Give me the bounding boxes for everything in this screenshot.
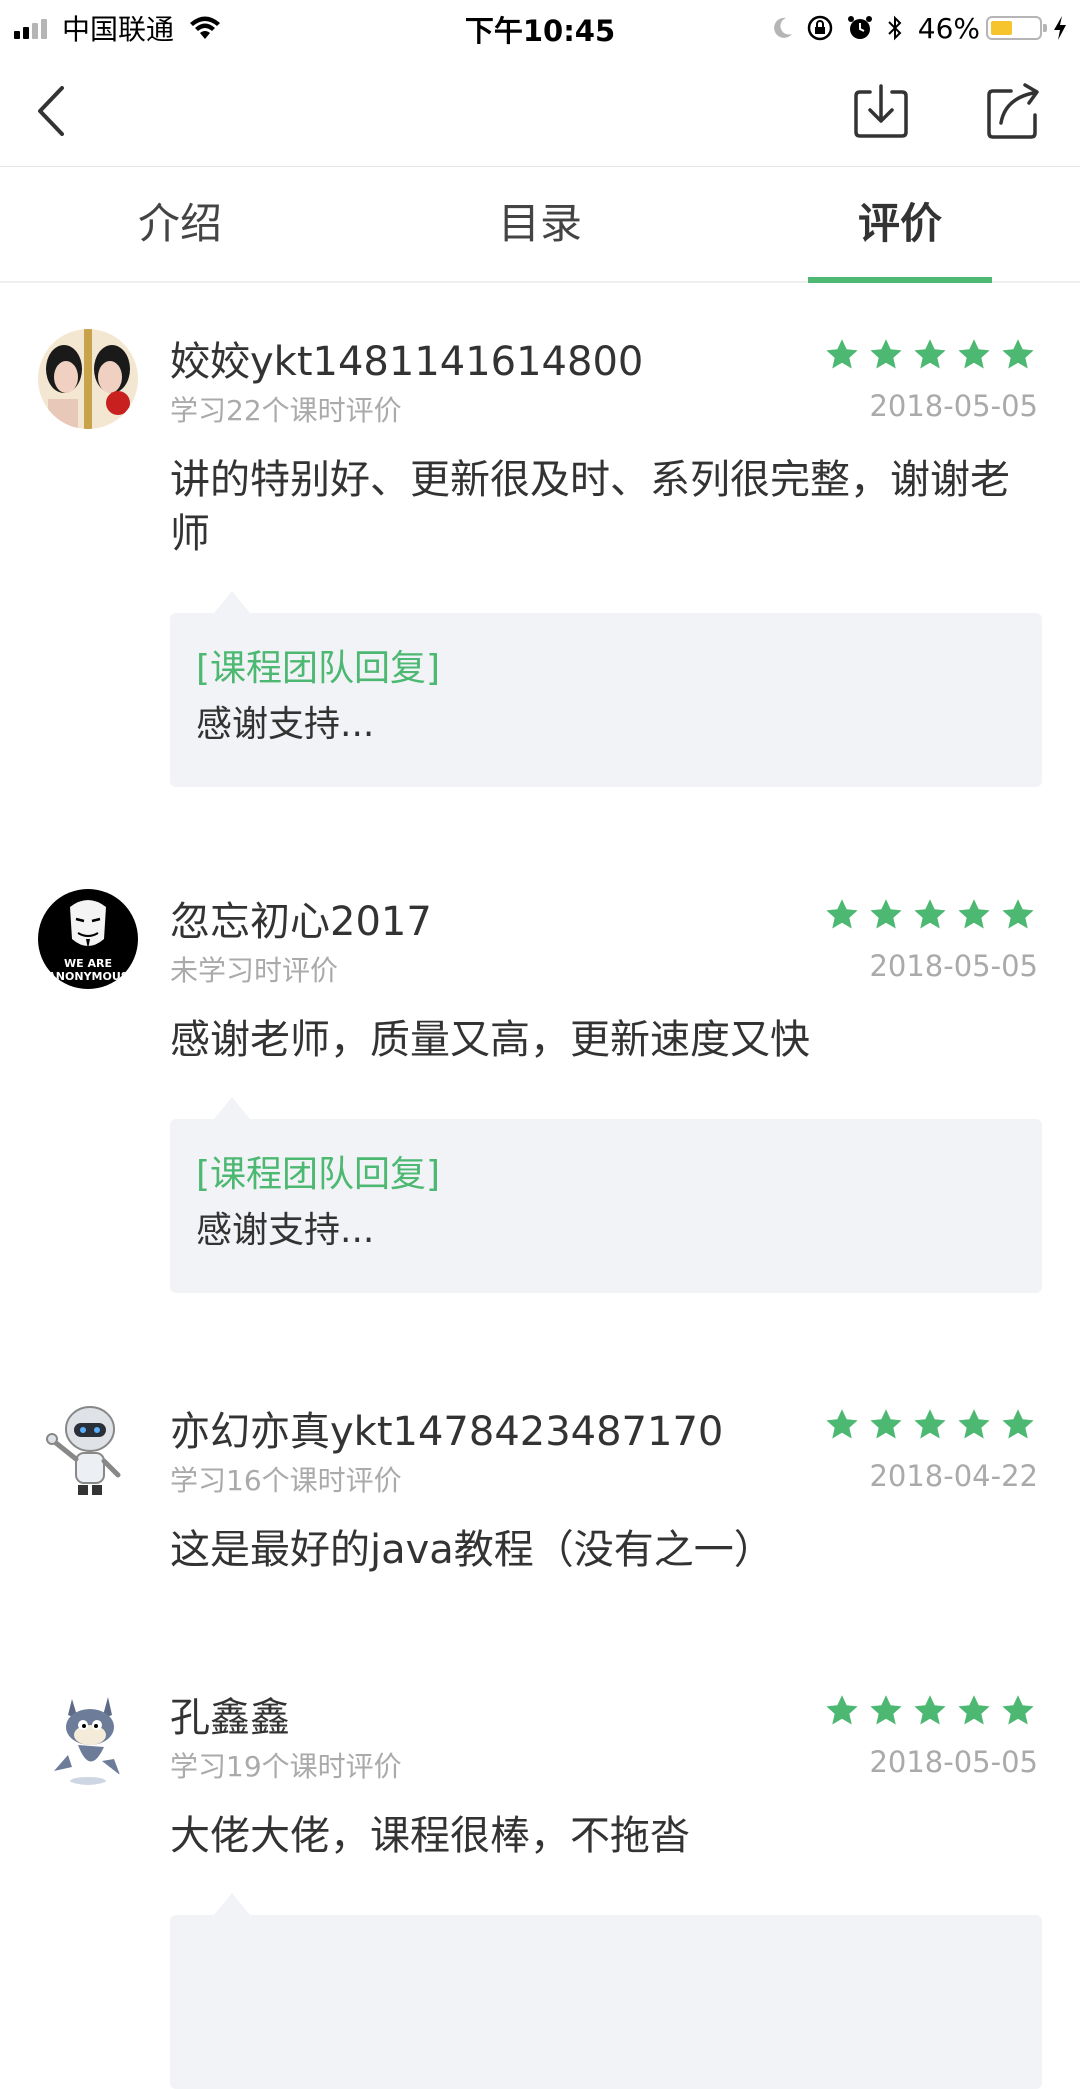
download-button[interactable] [846,76,916,146]
star-icon [1002,1409,1034,1439]
review-date: 2018-04-22 [869,1459,1038,1493]
nav-bar [0,54,1080,167]
star-icon [870,339,902,369]
star-icon [870,899,902,929]
back-button[interactable] [16,76,86,146]
star-icon [826,339,858,369]
tab-bar: 介绍 目录 评价 [0,167,1080,283]
star-icon [826,1409,858,1439]
user-name[interactable]: 忽忘初心2017 [170,889,432,947]
star-icon [914,1695,946,1725]
reply-pointer [214,591,250,613]
avatar[interactable]: WE ARE ANONYMOUS [38,889,138,989]
share-button[interactable] [980,76,1050,146]
star-icon [1002,339,1034,369]
bluetooth-icon [888,15,902,41]
review-date: 2018-05-05 [869,1745,1038,1779]
star-icon [958,1695,990,1725]
learning-progress: 学习19个课时评价 [170,1750,402,1783]
star-icon [958,339,990,369]
star-icon [870,1409,902,1439]
review-content: 感谢老师，质量又高，更新速度又快 [170,1017,810,1063]
battery-percent: 46% [917,11,980,45]
battery-icon [986,16,1047,40]
review-item: WE ARE ANONYMOUS 忽忘初心2017 未学习时评价 2018-05… [0,843,1080,1353]
review-content: 讲的特别好、更新很及时、系列很完整，谢谢老师 [170,457,1010,557]
tab-label: 介绍 [137,199,222,248]
user-name[interactable]: 孔鑫鑫 [170,1685,290,1743]
download-icon [854,84,908,138]
team-reply [170,1893,1042,2089]
reply-pointer [214,1097,250,1119]
avatar-text: WE ARE [64,957,112,970]
charging-icon [1054,16,1066,40]
tab-intro[interactable]: 介绍 [0,167,360,281]
tab-catalog[interactable]: 目录 [360,167,720,281]
avatar[interactable] [38,1685,138,1785]
alarm-icon [847,16,872,39]
star-icon [1002,1695,1034,1725]
moon-icon [773,17,792,38]
review-item: 亦幻亦真ykt1478423487170 学习16个课时评价 2018-04-2… [0,1353,1080,1639]
reply-text: 感谢支持... [196,704,375,745]
review-item: 姣姣ykt1481141614800 学习22个课时评价 2018-05-05 … [0,283,1080,843]
team-reply: [课程团队回复] 感谢支持... [170,1097,1042,1293]
star-icon [826,1695,858,1725]
star-rating [816,1693,1036,1729]
tab-label: 评价 [857,199,942,248]
user-name[interactable]: 亦幻亦真ykt1478423487170 [170,1399,723,1457]
star-icon [958,899,990,929]
star-rating [816,1407,1036,1443]
tab-reviews[interactable]: 评价 [720,167,1080,283]
reply-pointer [214,1893,250,1915]
avatar[interactable] [38,329,138,429]
star-icon [826,899,858,929]
back-icon [38,86,64,136]
rotation-lock-icon [807,15,833,41]
share-icon [987,83,1039,139]
star-icon [958,1409,990,1439]
reply-text: 感谢支持... [196,1210,375,1251]
user-name[interactable]: 姣姣ykt1481141614800 [170,329,643,387]
tab-label: 目录 [497,199,582,248]
review-content: 这是最好的java教程（没有之一） [170,1527,774,1573]
learning-progress: 未学习时评价 [170,954,339,987]
battery-fill [991,21,1012,35]
status-right: 46% [760,8,1068,48]
star-icon [1002,899,1034,929]
status-bar: 中国联通 下午10:45 46% [0,0,1080,54]
reply-label: [课程团队回复] [196,1154,441,1195]
review-date: 2018-05-05 [869,389,1038,423]
review-content: 大佬大佬，课程很棒，不拖沓 [170,1813,690,1859]
star-icon [914,899,946,929]
avatar-text: ANONYMOUS [47,970,128,983]
star-rating [816,337,1036,373]
review-item: 孔鑫鑫 学习19个课时评价 2018-05-05 大佬大佬，课程很棒，不拖沓 [0,1639,1080,2089]
star-icon [914,1409,946,1439]
reply-label: [课程团队回复] [196,648,441,689]
review-list: 姣姣ykt1481141614800 学习22个课时评价 2018-05-05 … [0,283,1080,2089]
star-icon [914,339,946,369]
review-date: 2018-05-05 [869,949,1038,983]
team-reply: [课程团队回复] 感谢支持... [170,591,1042,787]
avatar[interactable] [38,1399,138,1499]
star-rating [816,897,1036,933]
star-icon [870,1695,902,1725]
learning-progress: 学习22个课时评价 [170,394,402,427]
learning-progress: 学习16个课时评价 [170,1464,402,1497]
